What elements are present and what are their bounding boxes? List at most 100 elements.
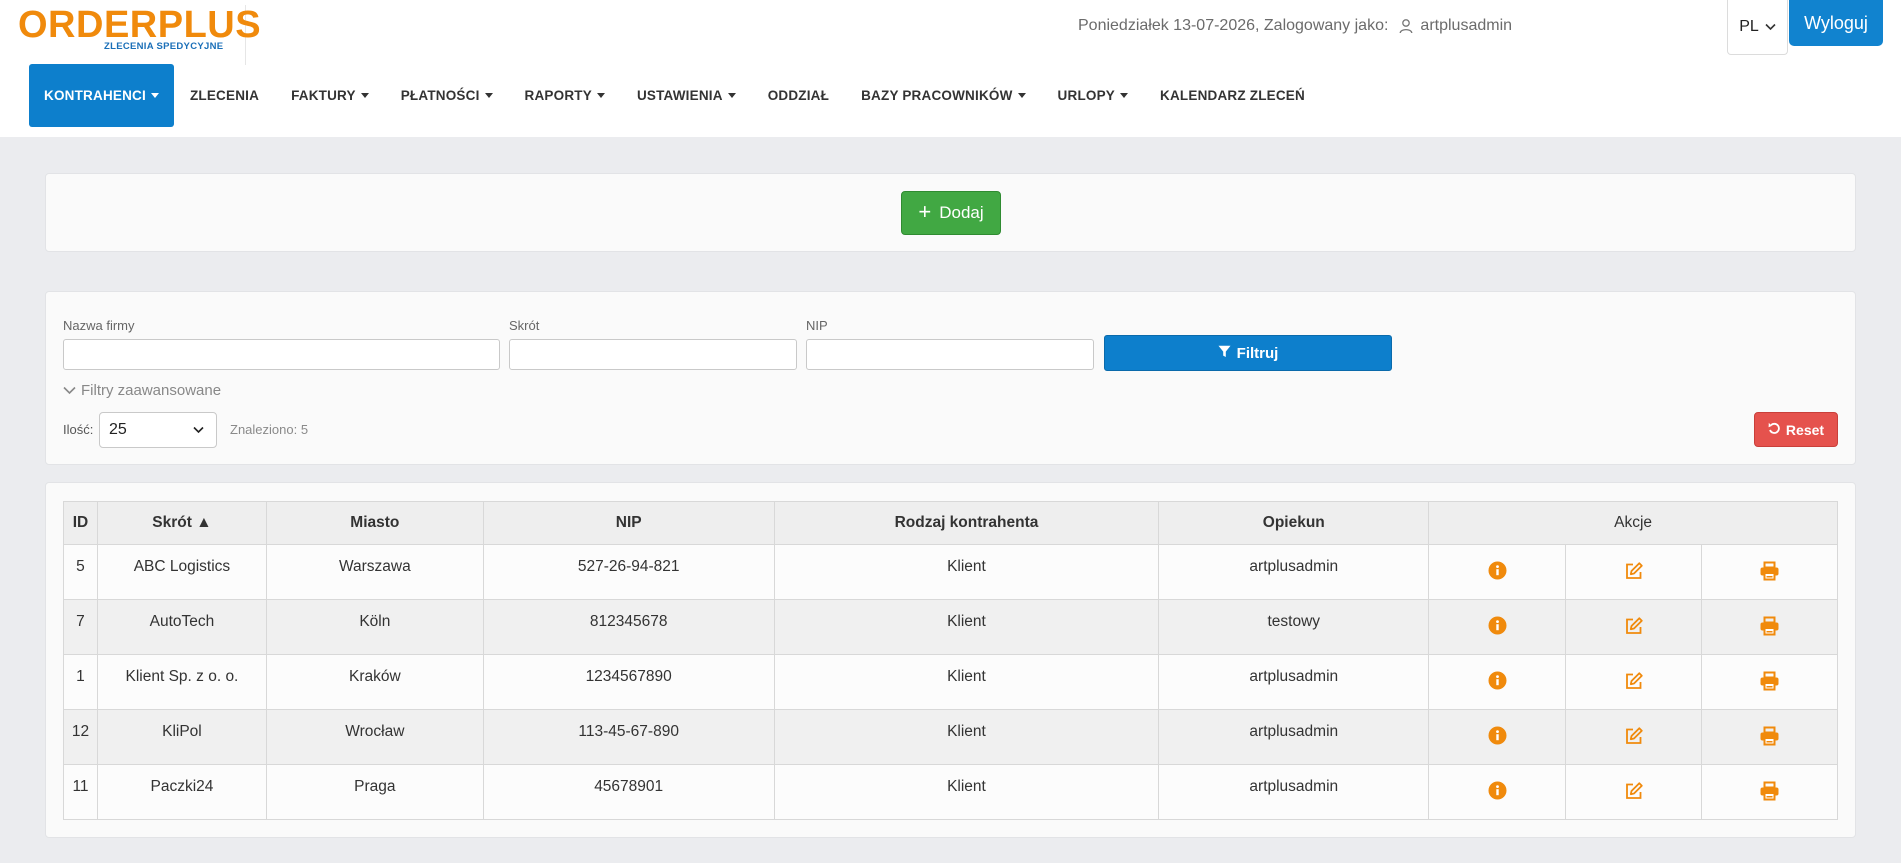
short-name-input[interactable]: [509, 339, 797, 370]
action-cell: [1701, 544, 1838, 600]
nav-oddzial[interactable]: ODDZIAŁ: [752, 64, 845, 127]
cell-type: Klient: [773, 654, 1160, 710]
logout-button[interactable]: Wyloguj: [1789, 0, 1883, 46]
page-size-label: Ilość:: [63, 422, 94, 437]
print-icon[interactable]: [1758, 724, 1782, 748]
nav-ustawienia[interactable]: USTAWIENIA: [621, 64, 752, 127]
action-cell: [1701, 709, 1838, 765]
user-info: Poniedziałek 13-07-2026, Zalogowany jako…: [1078, 17, 1512, 35]
table-body: 5 ABC Logistics Warszawa 527-26-94-821 Klien…: [63, 544, 1838, 820]
action-cell: [1428, 544, 1567, 600]
nav-zlecenia[interactable]: ZLECENIA: [174, 64, 275, 127]
add-panel: + Dodaj: [45, 173, 1856, 252]
nav-bazy-pracownikow[interactable]: BAZY PRACOWNIKÓW: [845, 64, 1041, 127]
cell-id: 12: [63, 709, 98, 765]
advanced-filters-label: Filtry zaawansowane: [81, 382, 222, 399]
caret-down-icon: [596, 93, 605, 98]
table-row[interactable]: 11 Paczki24 Praga 45678901 Klient artplusadmi…: [63, 764, 1838, 820]
reset-button[interactable]: Reset: [1754, 412, 1838, 447]
nav-kontrahenci[interactable]: KONTRAHENCI: [29, 64, 174, 127]
advanced-filters-toggle[interactable]: Filtry zaawansowane: [63, 382, 221, 399]
reset-button-label: Reset: [1785, 421, 1825, 438]
cell-nip: 812345678: [482, 599, 775, 655]
info-icon[interactable]: [1485, 559, 1509, 583]
table-row[interactable]: 1 Klient Sp. z o. o. Kraków 1234567890 Klien…: [63, 654, 1838, 710]
add-button-label: Dodaj: [939, 203, 984, 222]
nav-label: PŁATNOŚCI: [400, 88, 480, 103]
cell-city: Warszawa: [265, 544, 484, 600]
action-cell: [1565, 764, 1703, 820]
add-button[interactable]: + Dodaj: [901, 191, 1001, 235]
action-cell: [1701, 599, 1838, 655]
nav-platnosci[interactable]: PŁATNOŚCI: [385, 64, 509, 127]
col-header-guardian[interactable]: Opiekun: [1158, 501, 1430, 545]
action-cell: [1565, 599, 1703, 655]
logo-wordmark: ORDERPLUS: [18, 4, 262, 46]
nav-faktury[interactable]: FAKTURY: [275, 64, 385, 127]
cell-type: Klient: [773, 599, 1160, 655]
action-cell: [1428, 764, 1567, 820]
info-icon[interactable]: [1485, 669, 1509, 693]
filter-button[interactable]: Filtruj: [1104, 335, 1392, 371]
col-header-type[interactable]: Rodzaj kontrahenta: [773, 501, 1160, 545]
action-cell: [1701, 654, 1838, 710]
edit-icon[interactable]: [1622, 614, 1646, 638]
cell-guardian: artplusadmin: [1158, 544, 1430, 600]
results-count: Znaleziono: 5: [230, 422, 309, 437]
cell-city: Wrocław: [265, 709, 484, 765]
cell-id: 1: [63, 654, 98, 710]
edit-icon[interactable]: [1622, 669, 1646, 693]
col-header-short[interactable]: Skrót ▲: [96, 501, 267, 545]
caret-down-icon: [360, 93, 369, 98]
page-size-select[interactable]: 25: [99, 412, 217, 448]
info-icon[interactable]: [1485, 614, 1509, 638]
action-cell: [1565, 654, 1703, 710]
action-cell: [1428, 599, 1567, 655]
app-logo[interactable]: ORDERPLUS ZLECENIA SPEDYCYJNE: [18, 4, 262, 65]
caret-down-icon: [1017, 93, 1026, 98]
nav-raporty[interactable]: RAPORTY: [509, 64, 621, 127]
cell-guardian: artplusadmin: [1158, 764, 1430, 820]
short-name-label: Skrót: [509, 318, 540, 333]
cell-city: Kraków: [265, 654, 484, 710]
table-row[interactable]: 7 AutoTech Köln 812345678 Klient testowy: [63, 599, 1838, 655]
nav-label: FAKTURY: [291, 88, 356, 103]
col-header-id[interactable]: ID: [63, 501, 98, 545]
edit-icon[interactable]: [1622, 724, 1646, 748]
edit-icon[interactable]: [1622, 559, 1646, 583]
nav-kalendarz-zlecen[interactable]: KALENDARZ ZLECEŃ: [1144, 64, 1321, 127]
nav-label: RAPORTY: [524, 88, 592, 103]
cell-id: 11: [63, 764, 98, 820]
nav-label: KONTRAHENCI: [44, 88, 146, 103]
company-name-input[interactable]: [63, 339, 500, 370]
col-header-actions: Akcje: [1428, 501, 1838, 545]
language-value: PL: [1739, 18, 1759, 35]
table-row[interactable]: 12 KliPol Wrocław 113-45-67-890 Klient artplu…: [63, 709, 1838, 765]
action-cell: [1428, 654, 1567, 710]
col-header-nip[interactable]: NIP: [482, 501, 775, 545]
print-icon[interactable]: [1758, 614, 1782, 638]
page-size-value: 25: [109, 421, 127, 438]
logo-tagline: ZLECENIA SPEDYCYJNE: [104, 41, 224, 52]
cell-short: AutoTech: [96, 599, 267, 655]
cell-type: Klient: [773, 764, 1160, 820]
date-login-text: Poniedziałek 13-07-2026, Zalogowany jako…: [1078, 17, 1389, 34]
contractors-table: ID Skrót ▲ Miasto NIP Rodzaj kontrahenta…: [63, 501, 1838, 820]
contractors-panel: ID Skrót ▲ Miasto NIP Rodzaj kontrahenta…: [45, 482, 1856, 838]
caret-down-icon: [150, 93, 159, 98]
table-row[interactable]: 5 ABC Logistics Warszawa 527-26-94-821 Klien…: [63, 544, 1838, 600]
print-icon[interactable]: [1758, 779, 1782, 803]
language-select[interactable]: PL: [1727, 0, 1788, 55]
edit-icon[interactable]: [1622, 779, 1646, 803]
top-header: ORDERPLUS ZLECENIA SPEDYCYJNE Poniedział…: [0, 0, 1901, 137]
cell-short: Klient Sp. z o. o.: [96, 654, 267, 710]
nav-label: KALENDARZ ZLECEŃ: [1160, 88, 1305, 103]
cell-nip: 45678901: [482, 764, 775, 820]
print-icon[interactable]: [1758, 669, 1782, 693]
info-icon[interactable]: [1485, 724, 1509, 748]
nip-input[interactable]: [806, 339, 1094, 370]
col-header-city[interactable]: Miasto: [265, 501, 484, 545]
print-icon[interactable]: [1758, 559, 1782, 583]
info-icon[interactable]: [1485, 779, 1509, 803]
nav-urlopy[interactable]: URLOPY: [1042, 64, 1144, 127]
